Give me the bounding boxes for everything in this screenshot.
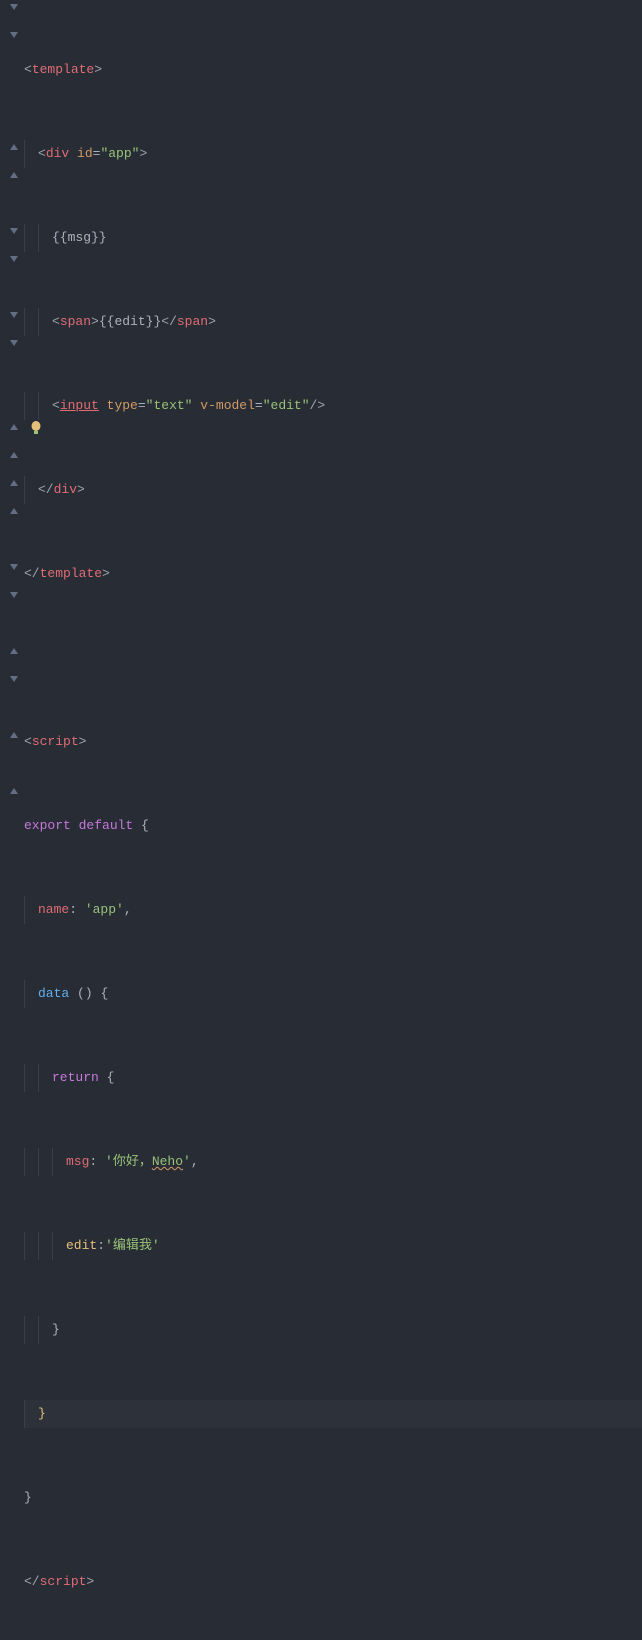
fold-close-icon[interactable] <box>10 172 20 182</box>
code-line[interactable]: <script> <box>24 728 642 756</box>
code-line[interactable]: <span>{{edit}}</span> <box>24 308 642 336</box>
code-line[interactable]: </template> <box>24 560 642 588</box>
code-line[interactable] <box>24 644 642 672</box>
code-editor[interactable]: <template> <div id="app"> {{msg}} <span>… <box>0 0 642 820</box>
code-line[interactable]: </div> <box>24 476 642 504</box>
code-line[interactable]: </script> <box>24 1568 642 1596</box>
fold-gutter <box>0 0 22 820</box>
code-line[interactable]: <input type="text" v-model="edit"/> <box>24 392 642 420</box>
code-line[interactable]: name: 'app', <box>24 896 642 924</box>
fold-icon[interactable] <box>10 256 20 266</box>
fold-close-icon[interactable] <box>10 788 20 798</box>
code-line[interactable]: } <box>24 1316 642 1344</box>
fold-close-icon[interactable] <box>10 424 20 434</box>
fold-close-icon[interactable] <box>10 732 20 742</box>
fold-icon[interactable] <box>10 228 20 238</box>
code-line[interactable]: msg: '你好，Neho', <box>24 1148 642 1176</box>
code-line[interactable]: export default { <box>24 812 642 840</box>
fold-close-icon[interactable] <box>10 508 20 518</box>
code-line[interactable]: <template> <box>24 56 642 84</box>
code-area[interactable]: <template> <div id="app"> {{msg}} <span>… <box>22 0 642 820</box>
fold-close-icon[interactable] <box>10 648 20 658</box>
code-line[interactable]: return { <box>24 1064 642 1092</box>
fold-close-icon[interactable] <box>10 452 20 462</box>
code-line[interactable]: } <box>24 1484 642 1512</box>
code-line[interactable]: data () { <box>24 980 642 1008</box>
fold-icon[interactable] <box>10 312 20 322</box>
fold-icon[interactable] <box>10 592 20 602</box>
code-line[interactable]: {{msg}} <box>24 224 642 252</box>
fold-icon[interactable] <box>10 676 20 686</box>
fold-icon[interactable] <box>10 4 20 14</box>
code-line-active[interactable]: } <box>24 1400 642 1428</box>
code-line[interactable]: <div id="app"> <box>24 140 642 168</box>
fold-close-icon[interactable] <box>10 144 20 154</box>
code-line[interactable]: edit:'编辑我' <box>24 1232 642 1260</box>
fold-icon[interactable] <box>10 564 20 574</box>
fold-icon[interactable] <box>10 32 20 42</box>
lightbulb-icon[interactable] <box>30 421 44 435</box>
fold-close-icon[interactable] <box>10 480 20 490</box>
fold-icon[interactable] <box>10 340 20 350</box>
